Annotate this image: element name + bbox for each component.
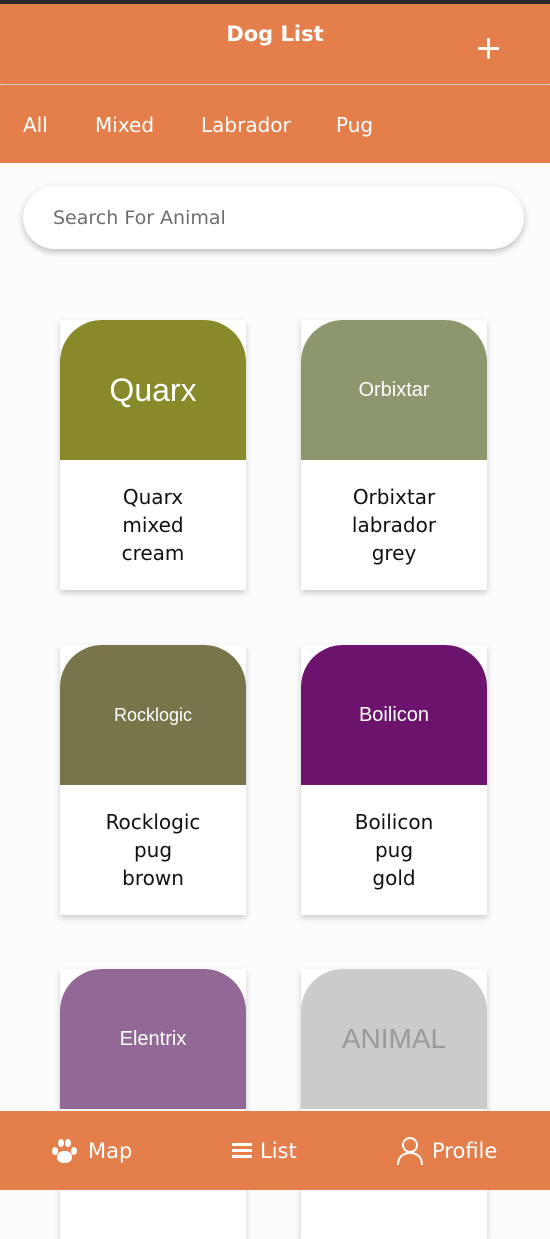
tab-labrador[interactable]: Labrador [201, 113, 291, 137]
paw-icon [50, 1138, 78, 1164]
animal-image-text: ANIMAL [341, 1023, 447, 1054]
animal-breed: mixed [122, 513, 184, 537]
animal-card[interactable]: Boilicon Boilicon pug gold [301, 645, 487, 915]
animal-breed: labrador [351, 513, 437, 537]
breed-filter-tabs: All Mixed Labrador Pug [0, 85, 550, 163]
search-bar [23, 186, 524, 249]
animal-color: brown [122, 866, 184, 890]
animal-name: Rocklogic [105, 810, 201, 834]
animal-name: Orbixtar [352, 485, 436, 509]
animal-color: gold [372, 866, 416, 890]
tab-pug[interactable]: Pug [336, 113, 373, 137]
nav-list-label: List [260, 1138, 297, 1163]
add-button[interactable] [472, 32, 506, 66]
animal-image-text: Boilicon [358, 703, 430, 726]
nav-map[interactable]: Map [50, 1111, 132, 1190]
animal-image: Rocklogic [60, 645, 246, 785]
animal-image-text: Quarx [109, 371, 197, 408]
animal-card[interactable]: Orbixtar Orbixtar labrador grey [301, 320, 487, 590]
nav-list[interactable]: List [232, 1111, 297, 1190]
animal-image-text: Elentrix [119, 1027, 187, 1050]
animal-breed: pug [133, 838, 173, 862]
animal-image: Orbixtar [301, 320, 487, 460]
animal-image: Quarx [60, 320, 246, 460]
animal-image: Elentrix [60, 969, 246, 1109]
list-icon [232, 1140, 252, 1161]
animal-image: Boilicon [301, 645, 487, 785]
nav-map-label: Map [88, 1138, 133, 1163]
bottom-nav: Map List Profile [0, 1111, 550, 1190]
animal-color: cream [121, 541, 185, 565]
nav-profile-label: Profile [432, 1138, 498, 1163]
page-title: Dog List [226, 22, 324, 46]
app-header: Dog List [0, 4, 550, 84]
search-input[interactable] [23, 186, 524, 249]
animal-image-text: Rocklogic [113, 704, 193, 725]
animal-breed: pug [374, 838, 414, 862]
animal-card[interactable]: Elentrix [60, 969, 246, 1239]
animal-color: grey [371, 541, 417, 565]
tab-mixed[interactable]: Mixed [95, 113, 154, 137]
animal-image: ANIMAL [301, 969, 487, 1109]
animal-image-text: Orbixtar [358, 378, 430, 401]
tab-all[interactable]: All [23, 113, 48, 137]
animal-card[interactable]: Quarx Quarx mixed cream [60, 320, 246, 590]
animal-card[interactable]: Rocklogic Rocklogic pug brown [60, 645, 246, 915]
person-icon [396, 1136, 424, 1166]
animal-name: Quarx [122, 485, 184, 509]
animal-name: Boilicon [354, 810, 434, 834]
nav-profile[interactable]: Profile [396, 1111, 497, 1190]
animal-card[interactable]: ANIMAL [301, 969, 487, 1239]
